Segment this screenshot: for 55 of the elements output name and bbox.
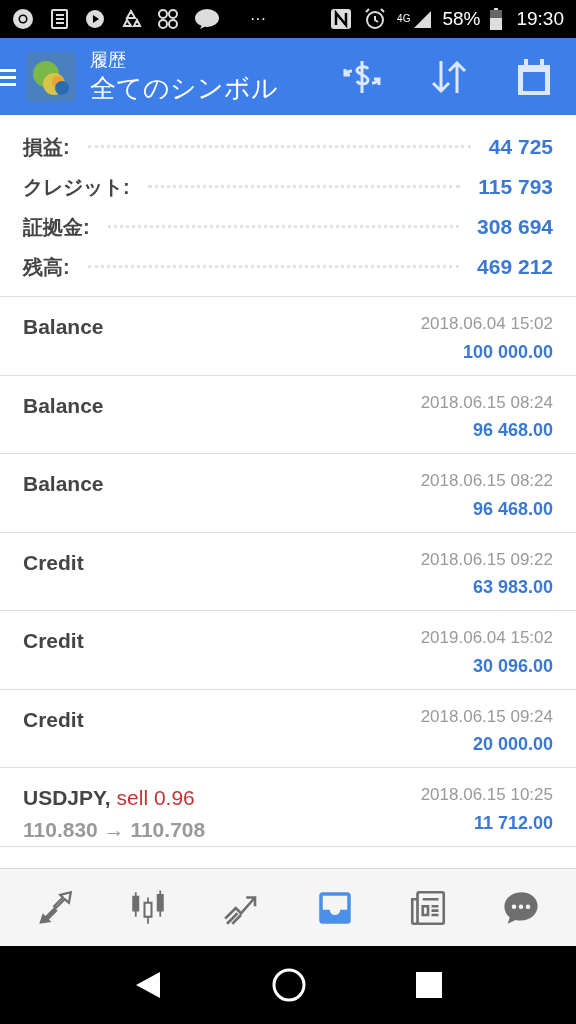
deal-amount: 96 468.00: [472, 419, 553, 442]
operation-type: Balance: [23, 314, 104, 340]
operation-type: Credit: [23, 628, 84, 654]
summary-label: 残高:: [23, 254, 70, 280]
document-icon: [48, 8, 70, 30]
clock-time: 19:30: [516, 6, 564, 31]
battery-percentage: 58%: [442, 6, 481, 31]
history-row[interactable]: Balance 2018.06.15 08:22 96 468.00: [0, 454, 576, 533]
operation-type: Balance: [23, 392, 104, 419]
history-row[interactable]: Balance 2018.06.04 15:02 100 000.00: [0, 297, 576, 376]
deal-amount: 100 000.00: [462, 340, 553, 364]
deal-amount: 11 712.00: [473, 811, 553, 835]
history-row[interactable]: Credit 2019.06.04 15:02 30 096.00: [0, 611, 576, 690]
operation-type: Credit: [23, 549, 84, 576]
signal-icon: [412, 9, 433, 29]
deal-time: 2019.06.04 15:02: [420, 627, 553, 649]
history-row[interactable]: Credit 2018.06.15 09:24 20 000.00: [0, 689, 576, 768]
summary-label: 証拠金:: [23, 214, 90, 240]
more-notifications: ···: [250, 9, 266, 29]
deal-time: 2018.06.15 10:25: [420, 784, 553, 806]
operation-type: Balance: [23, 471, 104, 497]
network-type: 4G: [397, 11, 411, 26]
deal-time: 2018.06.15 09:24: [420, 705, 553, 728]
summary-value: 308 694: [477, 213, 553, 240]
deal-amount: 96 468.00: [472, 497, 553, 521]
nfc-icon: [329, 7, 354, 31]
history-row[interactable]: Balance 2018.06.15 08:24 96 468.00: [0, 375, 576, 454]
history-row[interactable]: USDJPY, sell 0.96 110.830 → 110.708 2018.06.15 10:25 11 712.00: [0, 768, 576, 847]
deal-time: 2018.06.15 09:22: [420, 548, 553, 571]
chat-bubble-icon: [194, 8, 220, 30]
app-logo-icon: [26, 51, 76, 102]
deal-time: 2018.06.15 08:22: [420, 470, 553, 492]
summary-value: 115 793: [478, 173, 553, 200]
history-row[interactable]: Credit 2018.06.15 09:22 63 983.00: [0, 532, 576, 611]
deal-symbol: USDJPY,: [23, 785, 111, 811]
deal-time: 2018.06.15 08:24: [420, 391, 553, 414]
summary-value: 44 725: [488, 133, 553, 160]
flower-icon: [156, 7, 180, 31]
operation-type: Credit: [23, 706, 84, 733]
deal-prices: 110.830 → 110.708: [23, 816, 206, 843]
home-icon[interactable]: [271, 967, 307, 1003]
back-icon[interactable]: [134, 970, 163, 1000]
play-icon: [84, 8, 106, 30]
screen-title: 履歴: [90, 49, 127, 72]
symbol-filter[interactable]: 全てのシンボル: [90, 71, 278, 104]
deal-amount: 63 983.00: [472, 576, 553, 599]
deal-amount: 30 096.00: [472, 654, 553, 678]
summary-value: 469 212: [477, 253, 553, 280]
deal-action: sell 0.96: [116, 785, 195, 811]
summary-label: クレジット:: [23, 174, 130, 200]
recent-apps-icon[interactable]: [415, 972, 442, 998]
deal-amount: 20 000.00: [472, 733, 553, 756]
battery-icon: [490, 8, 503, 30]
summary-label: 損益:: [23, 134, 70, 160]
deal-time: 2018.06.04 15:02: [420, 313, 553, 335]
